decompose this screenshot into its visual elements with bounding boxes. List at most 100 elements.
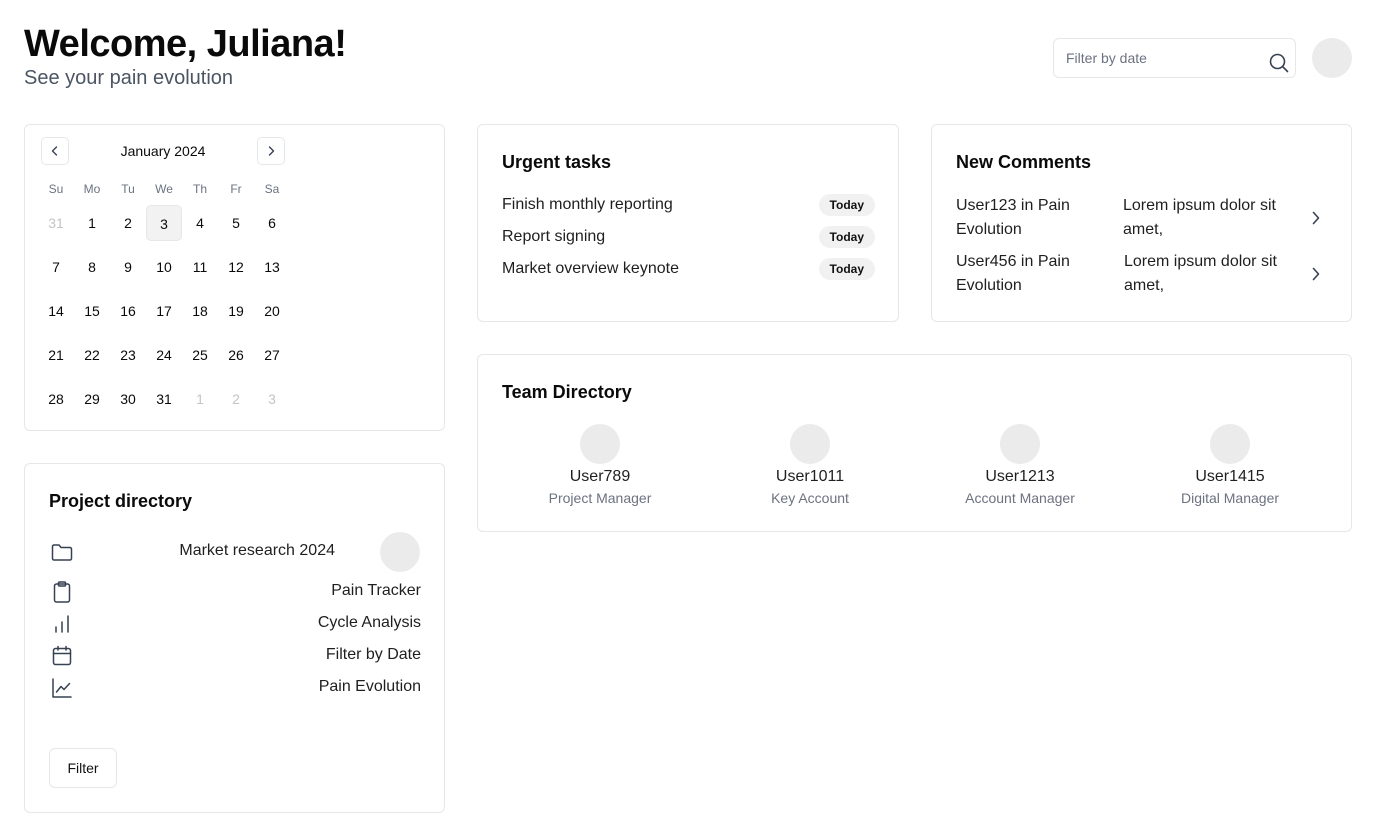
calendar-icon	[50, 644, 74, 668]
calendar-day[interactable]: 27	[254, 337, 290, 373]
calendar-day[interactable]: 31	[146, 381, 182, 417]
avatar	[1000, 424, 1040, 464]
calendar-day[interactable]: 8	[74, 249, 110, 285]
weekday-label: Th	[192, 182, 207, 196]
calendar-day[interactable]: 26	[218, 337, 254, 373]
calendar-day[interactable]: 5	[218, 205, 254, 241]
due-badge: Today	[818, 226, 875, 248]
calendar-day[interactable]: 30	[110, 381, 146, 417]
project-avatar	[380, 532, 420, 572]
chevron-left-icon	[51, 146, 58, 156]
calendar-day[interactable]: 17	[146, 293, 182, 329]
calendar-day[interactable]: 2	[110, 205, 146, 241]
calendar-day[interactable]: 28	[38, 381, 74, 417]
calendar-day[interactable]: 1	[74, 205, 110, 241]
weekday-label: Sa	[264, 182, 280, 196]
clipboard-icon	[50, 580, 74, 604]
calendar-day[interactable]: 21	[38, 337, 74, 373]
team-member[interactable]: User789 Project Manager	[520, 424, 680, 508]
calendar-day[interactable]: 6	[254, 205, 290, 241]
urgent-tasks-title: Urgent tasks	[502, 152, 612, 172]
bar-chart-icon	[50, 612, 74, 636]
page-title: Welcome, Juliana!	[24, 23, 347, 65]
calendar-day[interactable]: 11	[182, 249, 218, 285]
calendar-day[interactable]: 14	[38, 293, 74, 329]
calendar-day[interactable]: 22	[74, 337, 110, 373]
calendar-day[interactable]: 15	[74, 293, 110, 329]
project-item-cycle-analysis[interactable]: Cycle Analysis	[50, 612, 421, 636]
weekday-label: Su	[48, 182, 64, 196]
line-chart-icon	[50, 676, 74, 700]
calendar-day-outside-month[interactable]: 2	[218, 381, 254, 417]
chevron-right-icon[interactable]	[1304, 262, 1328, 286]
member-role: Account Manager	[965, 490, 1075, 506]
avatar	[1210, 424, 1250, 464]
team-directory-title: Team Directory	[502, 382, 632, 402]
project-directory-card: Project directory Market research 2024 P…	[24, 463, 445, 813]
calendar-day[interactable]: 20	[254, 293, 290, 329]
calendar-day-outside-month[interactable]: 1	[182, 381, 218, 417]
project-item-label: Market research 2024	[179, 542, 335, 559]
member-role: Digital Manager	[1180, 490, 1280, 506]
calendar-week: 14 15 16 17 18 19 20	[38, 293, 290, 329]
avatar	[580, 424, 620, 464]
comment-item[interactable]: User123 in Pain Evolution Lorem ipsum do…	[956, 194, 1328, 242]
project-item-pain-tracker[interactable]: Pain Tracker	[50, 580, 421, 604]
urgent-tasks-card: Urgent tasks Finish monthly reporting To…	[477, 124, 899, 322]
next-month-button[interactable]	[257, 137, 285, 165]
calendar-week: 21 22 23 24 25 26 27	[38, 337, 290, 373]
project-item-label: Pain Tracker	[331, 582, 421, 599]
due-badge: Today	[818, 258, 875, 280]
search-icon[interactable]	[1267, 51, 1291, 75]
member-role: Project Manager	[548, 490, 652, 506]
task-item[interactable]: Market overview keynote Today	[502, 258, 875, 282]
calendar-day[interactable]: 13	[254, 249, 290, 285]
calendar-day-outside-month[interactable]: 31	[38, 205, 74, 241]
project-item-market-research[interactable]: Market research 2024	[50, 540, 421, 564]
calendar-day[interactable]: 18	[182, 293, 218, 329]
member-name: User1011	[775, 468, 845, 485]
date-filter-input[interactable]	[1066, 48, 1256, 68]
calendar-day[interactable]: 29	[74, 381, 110, 417]
calendar-week: 28 29 30 31 1 2 3	[38, 381, 290, 417]
member-role: Key Account	[771, 490, 849, 506]
task-label: Finish monthly reporting	[502, 196, 673, 213]
task-item[interactable]: Finish monthly reporting Today	[502, 194, 875, 218]
member-name: User1415	[1195, 468, 1265, 485]
comment-text: Lorem ipsum dolor sit amet,	[1124, 253, 1277, 294]
team-member[interactable]: User1213 Account Manager	[940, 424, 1100, 508]
user-avatar[interactable]	[1312, 38, 1352, 78]
task-item[interactable]: Report signing Today	[502, 226, 875, 250]
calendar-day[interactable]: 12	[218, 249, 254, 285]
calendar-month-label: January 2024	[120, 143, 206, 159]
calendar-day[interactable]: 9	[110, 249, 146, 285]
calendar-day[interactable]: 7	[38, 249, 74, 285]
weekday-label: Mo	[83, 182, 101, 196]
filter-button[interactable]: Filter	[49, 748, 117, 788]
project-item-pain-evolution[interactable]: Pain Evolution	[50, 676, 421, 700]
comment-item[interactable]: User456 in Pain Evolution Lorem ipsum do…	[956, 250, 1328, 298]
folder-icon	[50, 540, 74, 564]
task-label: Market overview keynote	[502, 260, 679, 277]
calendar-day[interactable]: 16	[110, 293, 146, 329]
previous-month-button[interactable]	[41, 137, 69, 165]
calendar-day[interactable]: 10	[146, 249, 182, 285]
team-member[interactable]: User1011 Key Account	[730, 424, 890, 508]
member-name: User789	[569, 468, 631, 485]
team-member[interactable]: User1415 Digital Manager	[1150, 424, 1310, 508]
calendar-day[interactable]: 4	[182, 205, 218, 241]
calendar-day[interactable]: 19	[218, 293, 254, 329]
project-item-filter-by-date[interactable]: Filter by Date	[50, 644, 421, 668]
calendar-day-outside-month[interactable]: 3	[254, 381, 290, 417]
calendar-day[interactable]: 24	[146, 337, 182, 373]
date-filter-search	[1053, 38, 1296, 78]
calendar-grid: Su Mo Tu We Th Fr Sa 31 1 2 3 4 5 6 7 8 …	[38, 181, 290, 417]
new-comments-card: New Comments User123 in Pain Evolution L…	[931, 124, 1352, 322]
calendar-day[interactable]: 25	[182, 337, 218, 373]
calendar-day[interactable]: 23	[110, 337, 146, 373]
comment-text: Lorem ipsum dolor sit amet,	[1123, 197, 1276, 238]
calendar-day-selected[interactable]: 3	[146, 205, 182, 241]
page-subtitle: See your pain evolution	[24, 67, 234, 89]
chevron-right-icon[interactable]	[1304, 206, 1328, 230]
new-comments-title: New Comments	[956, 152, 1092, 172]
